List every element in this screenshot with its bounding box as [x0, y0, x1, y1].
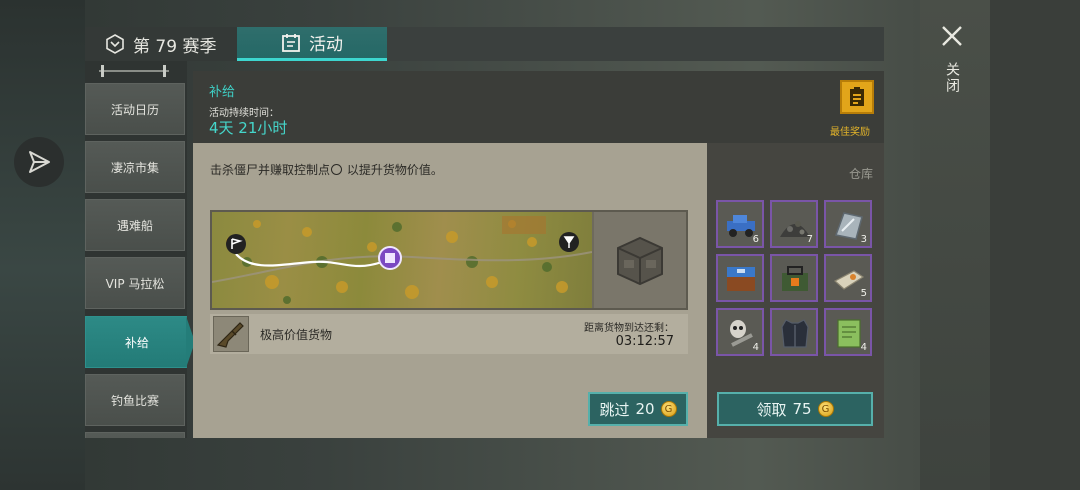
close-icon	[942, 26, 962, 46]
sidebar-item-shipwreck[interactable]: 遇难船	[85, 199, 185, 251]
battery-pack-icon	[782, 266, 808, 291]
supply-content: 击杀僵尸并赚取控制点 以提升货物价值。 极高价值货物 距离货物到达还剩： 03:…	[193, 143, 707, 438]
skip-button[interactable]: 跳过 20 G	[588, 392, 688, 426]
event-title: 补给	[209, 85, 236, 100]
tab-activity[interactable]: 活动	[237, 27, 387, 61]
slot-quantity: 4	[752, 342, 759, 353]
slot-quantity: 3	[860, 234, 867, 245]
sidebar-item-next[interactable]	[85, 432, 185, 438]
best-reward-label: 最佳奖励	[830, 127, 870, 138]
warehouse-panel: 仓库 6 7 3 5 4 4 领取 75 G	[707, 143, 884, 438]
blue-crate-icon	[727, 267, 755, 291]
cargo-crate-image	[594, 212, 686, 308]
warehouse-label: 仓库	[848, 167, 873, 181]
background-right-strip	[990, 0, 1080, 490]
map-image	[212, 212, 592, 308]
sidebar-item-market[interactable]: 凄凉市集	[85, 141, 185, 193]
gold-coin-icon: G	[817, 401, 834, 417]
close-button[interactable]	[936, 20, 972, 56]
description-text-2: 以提升货物价值。	[346, 163, 443, 177]
cargo-item[interactable]	[213, 316, 249, 352]
cargo-info-row: 极高价值货物 距离货物到达还剩： 03:12:57	[210, 314, 688, 354]
route-map	[210, 210, 688, 310]
warehouse-slot[interactable]: 5	[824, 254, 872, 302]
sidebar-item-calendar[interactable]: 活动日历	[85, 83, 185, 135]
tab-activity-label: 活动	[309, 35, 343, 55]
event-panel: 补给 活动持续时间： 4天 21小时 最佳奖励 击杀僵尸并赚取控制点 以提升货物…	[193, 71, 884, 438]
gold-coin-icon: G	[660, 401, 677, 417]
slot-quantity: 4	[860, 342, 867, 353]
claim-button[interactable]: 领取 75 G	[717, 392, 873, 426]
warehouse-slot[interactable]	[770, 308, 818, 356]
skip-label: 跳过	[599, 400, 630, 419]
event-header: 补给 活动持续时间： 4天 21小时 最佳奖励	[193, 71, 884, 143]
skip-cost: 20	[635, 400, 655, 418]
description-text-1: 击杀僵尸并赚取控制点	[210, 163, 331, 177]
sidebar-item-vip-marathon[interactable]: VIP 马拉松	[85, 257, 185, 309]
close-label: 关闭	[944, 62, 960, 94]
sidebar-item-fishing[interactable]: 钓鱼比赛	[85, 374, 185, 426]
warehouse-slot[interactable]	[716, 254, 764, 302]
armor-vest-icon	[781, 319, 809, 348]
warehouse-slot[interactable]: 4	[824, 308, 872, 356]
claim-label: 领取	[756, 400, 787, 419]
control-point-icon	[331, 164, 343, 175]
warehouse-slot[interactable]: 7	[770, 200, 818, 248]
duration-value: 4天 21小时	[209, 119, 288, 137]
scroll-indicator[interactable]	[99, 65, 169, 77]
warehouse-slot[interactable]: 6	[716, 200, 764, 248]
season-badge-icon	[106, 34, 124, 54]
sidebar-item-supply[interactable]: 补给	[85, 316, 187, 368]
paper-plane-icon	[29, 151, 50, 173]
clipboard-icon	[850, 87, 864, 106]
tab-season[interactable]: 第 79 赛季	[85, 27, 237, 61]
claim-cost: 75	[792, 400, 812, 418]
side-nav: 活动日历 凄凉市集 遇难船 VIP 马拉松 补给 钓鱼比赛	[85, 61, 187, 438]
slot-quantity: 7	[806, 234, 813, 245]
rifle-icon	[216, 322, 244, 348]
best-reward-button[interactable]	[840, 80, 874, 114]
slot-quantity: 6	[752, 234, 759, 245]
tab-season-label: 第 79 赛季	[133, 36, 217, 57]
background-left	[0, 0, 85, 490]
warehouse-slot[interactable]	[770, 254, 818, 302]
cargo-box-icon	[617, 236, 663, 286]
warehouse-slot[interactable]: 3	[824, 200, 872, 248]
eta-label: 距离货物到达还剩：	[584, 323, 674, 334]
event-description: 击杀僵尸并赚取控制点 以提升货物价值。	[210, 161, 443, 178]
slot-quantity: 5	[860, 288, 867, 299]
eta-timer: 03:12:57	[615, 334, 674, 349]
cargo-name: 极高价值货物	[260, 328, 333, 342]
calendar-list-icon	[282, 33, 300, 52]
top-tab-bar: 第 79 赛季 活动	[85, 27, 884, 61]
share-button[interactable]	[14, 137, 64, 187]
warehouse-slot[interactable]: 4	[716, 308, 764, 356]
